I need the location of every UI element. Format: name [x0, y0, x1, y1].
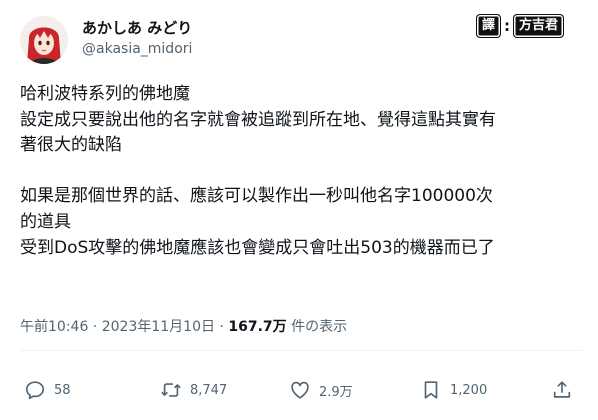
bookmark-icon — [424, 381, 438, 399]
tweet-line: 受到DoS攻擊的佛地魔應該也會變成只會吐出503的機器而已了 — [20, 237, 495, 258]
reply-icon — [25, 381, 45, 400]
tweet-text: 哈利波特系列的佛地魔 設定成只要說出他的名字就會被追蹤到所在地、覺得這點其實有 … — [20, 82, 582, 261]
retweet-count: 8,747 — [190, 382, 228, 398]
view-count: 167.7万 — [228, 319, 287, 335]
reply-button[interactable]: 58 — [24, 372, 71, 408]
tweet-meta: 午前10:46 · 2023年11月10日 · 167.7万 件の表示 — [20, 316, 347, 336]
bookmark-count: 1,200 — [450, 382, 488, 398]
translator-badge-right: 方吉君 — [513, 14, 565, 38]
tweet-time[interactable]: 午前10:46 — [20, 319, 88, 335]
reply-count: 58 — [54, 382, 71, 398]
tweet-line: 著很大的缺陷 — [20, 135, 122, 156]
meta-separator: · — [88, 319, 102, 335]
like-count: 2.9万 — [319, 384, 353, 400]
tweet-card: あかしあ みどり @akasia_midori 譯 : 方吉君 哈利波特系列的佛… — [0, 0, 598, 420]
translator-badge: 譯 : 方吉君 — [476, 14, 565, 38]
tweet-line: 如果是那個世界的話、應該可以製作出一秒叫他名字100000次 — [20, 186, 493, 207]
avatar[interactable] — [20, 16, 68, 64]
translator-badge-separator: : — [504, 17, 511, 35]
user-handle[interactable]: @akasia_midori — [82, 41, 192, 57]
share-button[interactable] — [551, 372, 573, 408]
like-button[interactable]: 2.9万 — [289, 372, 353, 408]
tweet-date[interactable]: 2023年11月10日 — [102, 319, 215, 335]
tweet-line: 哈利波特系列的佛地魔 — [20, 84, 190, 104]
action-bar: 58 8,747 2.9万 1,200 — [0, 372, 598, 408]
view-count-label: 件の表示 — [286, 319, 348, 335]
display-name[interactable]: あかしあ みどり — [82, 17, 192, 38]
retweet-icon — [161, 383, 181, 397]
meta-separator: · — [214, 319, 229, 335]
divider — [20, 350, 582, 351]
retweet-button[interactable]: 8,747 — [160, 372, 227, 408]
heart-icon — [291, 381, 309, 399]
tweet-line: 設定成只要說出他的名字就會被追蹤到所在地、覺得這點其實有 — [20, 109, 496, 130]
tweet-line: 的道具 — [20, 211, 71, 232]
translator-badge-left: 譯 — [476, 14, 502, 38]
share-icon — [553, 381, 571, 398]
bookmark-button[interactable]: 1,200 — [420, 372, 487, 408]
